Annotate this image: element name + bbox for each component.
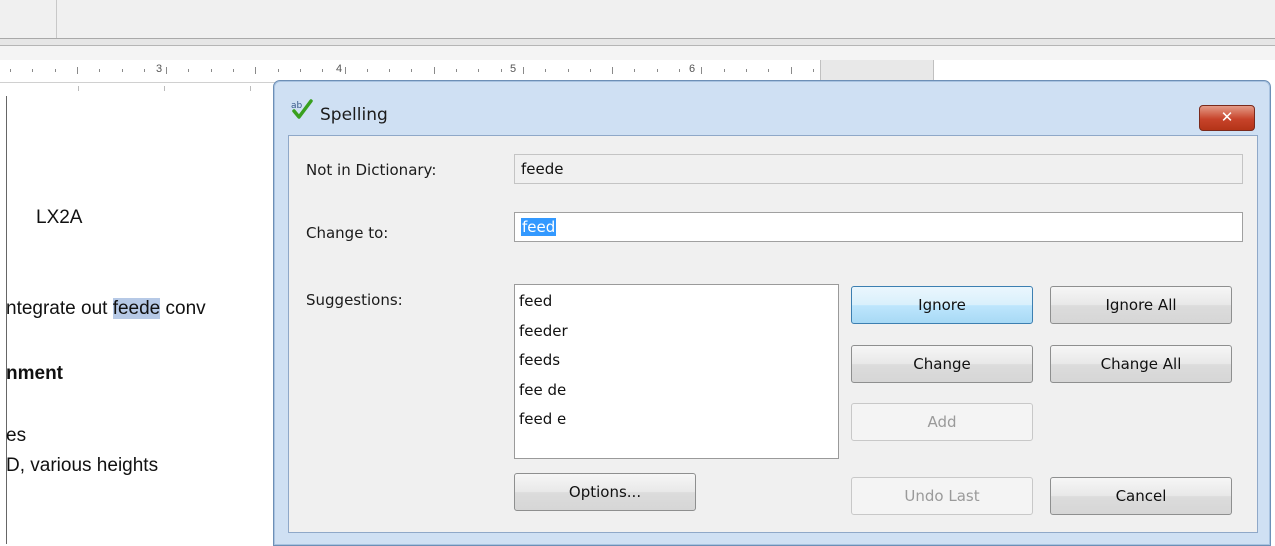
ruler-marker — [78, 86, 79, 91]
ruler-tick — [211, 69, 212, 72]
ruler-number: 4 — [336, 63, 343, 75]
ruler-number: 6 — [689, 63, 696, 75]
ruler-tick — [322, 69, 323, 72]
ruler-tick — [300, 69, 301, 72]
ruler-tick — [478, 69, 479, 72]
document-heading: nment — [6, 363, 63, 384]
ruler-tick — [10, 69, 11, 72]
ruler-number: 3 — [156, 63, 163, 75]
ruler-tick — [411, 69, 412, 72]
ruler-tick — [345, 67, 346, 74]
ruler-tick — [746, 69, 747, 72]
close-button[interactable]: ✕ — [1199, 105, 1255, 131]
suggestion-item[interactable]: feed e — [519, 405, 834, 435]
ruler-tick — [255, 67, 256, 74]
selected-text: feed — [521, 218, 557, 236]
misspelled-word-highlight: feede — [112, 298, 161, 319]
ruler-tick — [367, 69, 368, 72]
svg-text:ab: ab — [291, 101, 303, 111]
spelling-dialog: ab Spelling ✕ Not in Dictionary: feede C… — [273, 80, 1271, 546]
change-to-label: Change to: — [306, 224, 389, 242]
ruler-tick — [456, 69, 457, 72]
ruler-tick — [434, 67, 435, 74]
change-all-button[interactable]: Change All — [1050, 345, 1232, 383]
ruler-tick — [389, 69, 390, 72]
ignore-button[interactable]: Ignore — [851, 286, 1033, 324]
suggestion-item[interactable]: fee de — [519, 376, 834, 406]
ruler-tick — [501, 69, 502, 72]
add-button[interactable]: Add — [851, 403, 1033, 441]
suggestion-item[interactable]: feeds — [519, 346, 834, 376]
suggestions-label: Suggestions: — [306, 291, 403, 309]
document-text-line: D, various heights — [6, 455, 159, 476]
suggestion-item[interactable]: feeder — [519, 317, 834, 347]
window-band — [0, 39, 1275, 46]
change-button[interactable]: Change — [851, 345, 1033, 383]
ruler-tick — [188, 69, 189, 72]
toolbar-divider — [56, 0, 57, 38]
ignore-all-button[interactable]: Ignore All — [1050, 286, 1232, 324]
ruler-tick — [278, 69, 279, 72]
ruler-margin-area — [820, 60, 934, 82]
not-in-dictionary-label: Not in Dictionary: — [306, 161, 437, 179]
ruler-tick — [768, 69, 769, 72]
spellcheck-icon: ab — [291, 98, 313, 120]
ruler-tick — [813, 69, 814, 72]
document-text-line: LX2A — [36, 207, 83, 228]
ruler-tick — [545, 69, 546, 72]
window-band-lower — [0, 46, 1275, 60]
ruler-tick — [791, 67, 792, 74]
ruler-tick — [679, 69, 680, 72]
dialog-body: Not in Dictionary: feede Change to: feed… — [288, 135, 1258, 533]
ruler-tick — [144, 69, 145, 72]
ruler-tick — [657, 69, 658, 72]
ruler-tick — [523, 67, 524, 74]
change-to-input[interactable]: feed — [514, 212, 1243, 242]
ruler-tick — [612, 67, 613, 74]
document-text-line: es — [6, 425, 27, 446]
ruler-tick — [590, 69, 591, 72]
ruler-tick — [99, 69, 100, 72]
ruler-tick — [701, 67, 702, 74]
ruler-tick — [32, 69, 33, 72]
not-in-dictionary-field: feede — [514, 154, 1243, 184]
toolbar-strip — [0, 0, 1275, 39]
dialog-titlebar[interactable]: ab Spelling ✕ — [274, 81, 1270, 133]
close-icon: ✕ — [1220, 108, 1234, 126]
ruler-marker — [164, 86, 165, 91]
ruler-tick — [233, 69, 234, 72]
document-text-line: ntegrate out feede conv — [6, 298, 206, 319]
ruler-tick — [55, 69, 56, 72]
undo-last-button[interactable]: Undo Last — [851, 477, 1033, 515]
ruler-number: 5 — [510, 63, 517, 75]
ruler-tick — [568, 69, 569, 72]
ruler-tick — [166, 67, 167, 74]
ruler-tick — [724, 69, 725, 72]
ruler-tick — [122, 69, 123, 72]
ruler-tick — [77, 67, 78, 74]
suggestions-list[interactable]: feed feeder feeds fee de feed e — [514, 284, 839, 459]
dialog-title: Spelling — [320, 105, 388, 125]
ruler-tick — [634, 69, 635, 72]
cancel-button[interactable]: Cancel — [1050, 477, 1232, 515]
options-button[interactable]: Options... — [514, 473, 696, 511]
ruler-marker — [250, 86, 251, 91]
suggestion-item[interactable]: feed — [519, 287, 834, 317]
